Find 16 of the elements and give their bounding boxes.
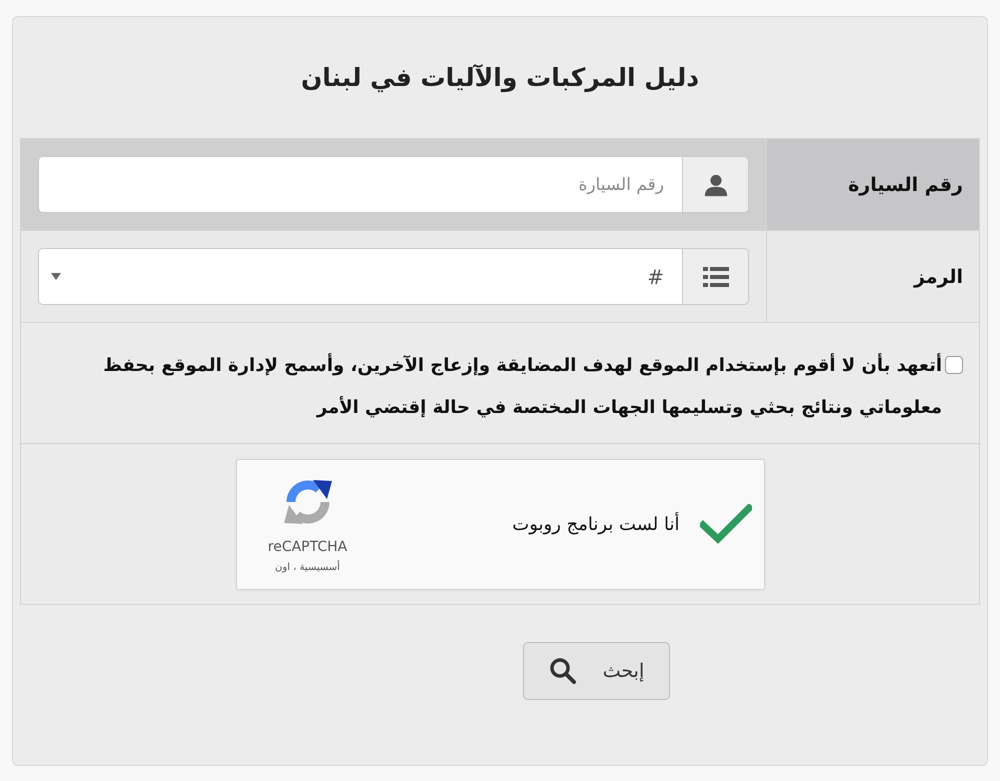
agreement-checkbox[interactable] [945,356,963,374]
field-label: رقم السيارة [766,139,979,230]
field-label: الرمز [766,231,979,322]
agreement-text: أتعهد بأن لا أقوم بإستخدام الموقع لهدف المضايقة وإزعاج الآخرين، وأسمح لإدارة الموقع بحفظ معلوماتي ونتائج بحثي وتسليمها الجهات المختصة في حالة إقتضي الأمر [102,352,942,420]
text-input[interactable]: رقم السيارة [38,156,682,213]
captcha-links[interactable]: أسسيسية ، اون [275,562,340,573]
check-icon[interactable] [700,504,752,544]
search-icon [548,657,577,685]
caret-icon [51,273,61,280]
search-button[interactable]: إبحث [523,642,670,700]
person-icon [682,156,749,213]
captcha-label: أنا لست برنامج روبوت [511,514,680,534]
page-title: دليل المركبات والآليات في لبنان [300,62,700,94]
select-field[interactable]: # [38,248,682,305]
list-icon [682,248,749,305]
captcha-brand: reCAPTCHA [268,539,348,555]
